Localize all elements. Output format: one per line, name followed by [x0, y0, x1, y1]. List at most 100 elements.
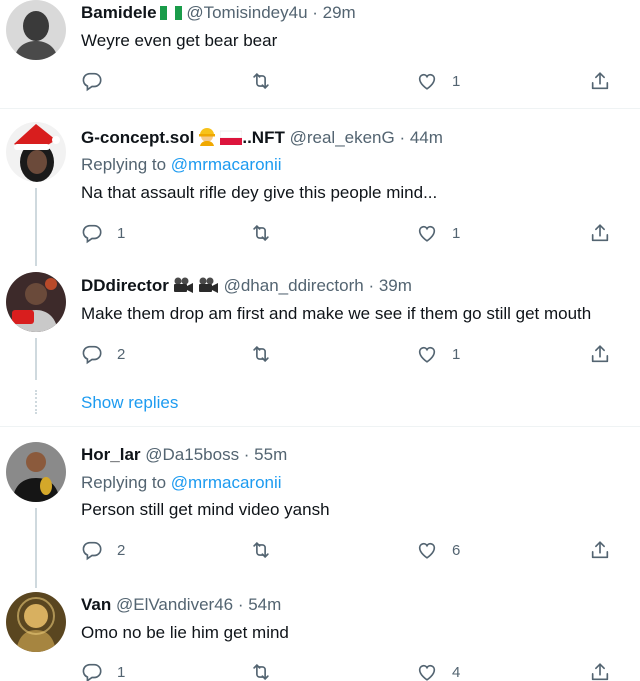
divider — [0, 108, 640, 109]
action-bar: 2 1 — [0, 340, 640, 368]
tweet[interactable]: Bamidele @Tomisindey4u · 29m Weyre even … — [0, 0, 640, 108]
avatar-image — [6, 122, 66, 182]
handle-and-time[interactable]: @Da15boss · 55m — [145, 445, 287, 464]
heart-icon — [416, 343, 438, 365]
show-replies-link[interactable]: Show replies — [81, 393, 178, 413]
reply-icon — [81, 343, 103, 365]
heart-icon — [416, 539, 438, 561]
tweet[interactable]: Hor_lar @Da15boss · 55m Replying to @mrm… — [0, 442, 640, 582]
retweet-icon — [250, 661, 272, 681]
retweet-button[interactable] — [250, 340, 286, 368]
tweet[interactable]: G-concept.sol ..NFT @real_ekenG · 44m Rep… — [0, 122, 640, 262]
share-button[interactable] — [589, 658, 611, 681]
heart-icon — [416, 661, 438, 681]
tweet-text: Weyre even get bear bear — [81, 31, 278, 50]
share-icon — [589, 343, 611, 365]
share-button[interactable] — [589, 219, 611, 247]
poland-flag-icon — [220, 130, 243, 152]
reply-count: 2 — [117, 541, 126, 559]
retweet-icon — [250, 222, 272, 244]
like-count: 4 — [452, 663, 461, 681]
mention-link[interactable]: @mrmacaronii — [171, 155, 282, 174]
handle-and-time[interactable]: @real_ekenG · 44m — [290, 128, 443, 147]
like-button[interactable]: 1 — [416, 67, 460, 95]
avatar-image — [6, 0, 66, 60]
action-bar: 1 — [0, 67, 640, 95]
tweet[interactable]: DDdirector @dhan_ddirectorh · 39m Make t… — [0, 272, 640, 382]
action-bar: 1 4 — [0, 658, 640, 681]
tweet-text: Na that assault rifle dey give this peop… — [81, 183, 438, 202]
nigeria-flag-icon — [159, 5, 182, 27]
retweet-icon — [250, 70, 272, 92]
retweet-icon — [250, 539, 272, 561]
replying-to: Replying to @mrmacaronii — [81, 155, 282, 174]
handle-and-time[interactable]: @dhan_ddirectorh · 39m — [224, 276, 412, 295]
action-bar: 2 6 — [0, 536, 640, 564]
reply-count: 1 — [117, 224, 126, 242]
reply-count: 1 — [117, 663, 126, 681]
reply-icon — [81, 70, 103, 92]
reply-icon — [81, 661, 103, 681]
mention-link[interactable]: @mrmacaronii — [171, 473, 282, 492]
reply-button[interactable]: 1 — [81, 658, 125, 681]
display-name[interactable]: Hor_lar — [81, 445, 141, 464]
avatar[interactable] — [6, 442, 66, 502]
tweet-header: DDdirector @dhan_ddirectorh · 39m — [81, 275, 412, 300]
reply-icon — [81, 539, 103, 561]
tweet-text: Omo no be lie him get mind — [81, 623, 289, 642]
retweet-button[interactable] — [250, 219, 286, 247]
display-name[interactable]: DDdirector — [81, 276, 219, 295]
tweet-header: Bamidele @Tomisindey4u · 29m — [81, 2, 356, 27]
avatar-image — [6, 592, 66, 652]
construction-worker-icon — [197, 126, 217, 152]
thread-dotted-line — [35, 390, 37, 414]
retweet-button[interactable] — [250, 658, 286, 681]
avatar[interactable] — [6, 272, 66, 332]
heart-icon — [416, 222, 438, 244]
reply-button[interactable]: 1 — [81, 219, 125, 247]
heart-icon — [416, 70, 438, 92]
tweet-header: G-concept.sol ..NFT @real_ekenG · 44m — [81, 126, 443, 152]
like-count: 6 — [452, 541, 461, 559]
share-button[interactable] — [589, 67, 611, 95]
reply-icon — [81, 222, 103, 244]
handle-and-time[interactable]: @ElVandiver46 · 54m — [116, 595, 281, 614]
retweet-icon — [250, 343, 272, 365]
avatar[interactable] — [6, 0, 66, 60]
like-button[interactable]: 1 — [416, 219, 460, 247]
display-name[interactable]: G-concept.sol ..NFT — [81, 128, 285, 147]
movie-camera-icon — [172, 276, 194, 300]
avatar-image — [6, 442, 66, 502]
display-name[interactable]: Bamidele — [81, 3, 157, 22]
reply-count: 2 — [117, 345, 126, 363]
tweet-text: Make them drop am first and make we see … — [81, 304, 592, 323]
movie-camera-icon — [197, 276, 219, 300]
reply-button[interactable]: 2 — [81, 536, 125, 564]
display-name[interactable]: Van — [81, 595, 111, 614]
like-button[interactable]: 6 — [416, 536, 460, 564]
action-bar: 1 1 — [0, 219, 640, 247]
replying-to: Replying to @mrmacaronii — [81, 473, 282, 492]
share-icon — [589, 661, 611, 681]
like-button[interactable]: 1 — [416, 340, 460, 368]
tweet[interactable]: Van @ElVandiver46 · 54m Omo no be lie hi… — [0, 592, 640, 681]
handle-and-time[interactable]: @Tomisindey4u · 29m — [186, 3, 355, 22]
share-icon — [589, 70, 611, 92]
like-count: 1 — [452, 345, 461, 363]
share-button[interactable] — [589, 536, 611, 564]
reply-button[interactable]: 2 — [81, 340, 125, 368]
tweet-text: Person still get mind video yansh — [81, 500, 330, 519]
share-icon — [589, 539, 611, 561]
avatar[interactable] — [6, 122, 66, 182]
avatar-image — [6, 272, 66, 332]
tweet-header: Van @ElVandiver46 · 54m — [81, 594, 281, 616]
share-button[interactable] — [589, 340, 611, 368]
retweet-button[interactable] — [250, 67, 286, 95]
like-button[interactable]: 4 — [416, 658, 460, 681]
avatar[interactable] — [6, 592, 66, 652]
tweet-header: Hor_lar @Da15boss · 55m — [81, 444, 287, 466]
reply-button[interactable] — [81, 67, 117, 95]
like-count: 1 — [452, 72, 461, 90]
retweet-button[interactable] — [250, 536, 286, 564]
like-count: 1 — [452, 224, 461, 242]
